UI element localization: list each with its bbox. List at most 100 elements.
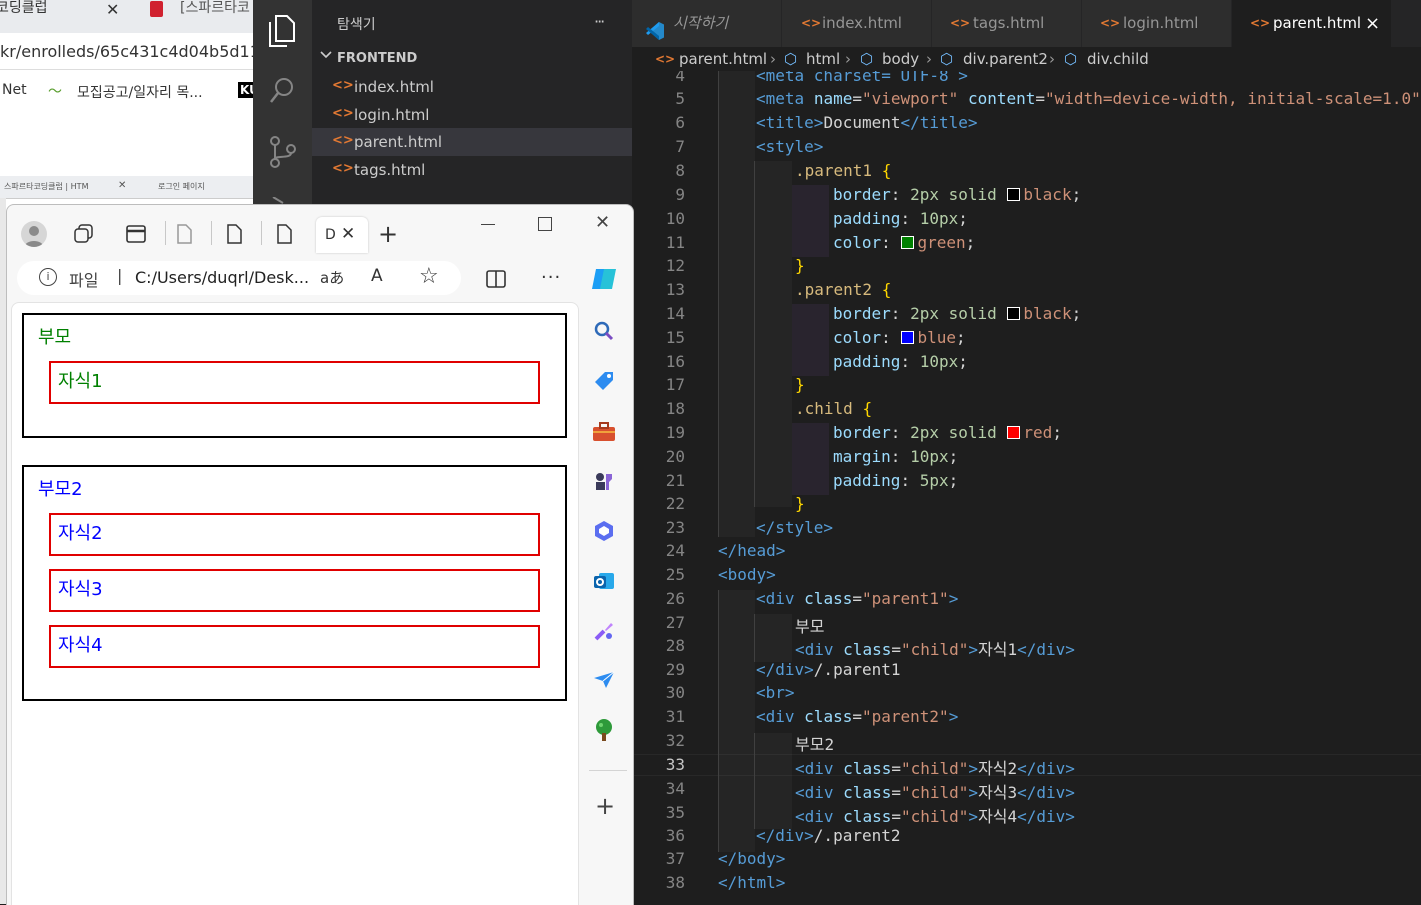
file-label: parent.html	[354, 133, 443, 151]
copilot-icon[interactable]	[590, 265, 620, 297]
code-line-26: <div class="parent1">	[756, 589, 959, 608]
color-swatch-red[interactable]	[1007, 426, 1021, 439]
bookmark-ku[interactable]: KU	[238, 82, 253, 98]
chevron-down-icon	[319, 48, 333, 66]
info-icon[interactable]: i	[39, 268, 57, 286]
tab-tags[interactable]: <> tags.html	[932, 0, 1082, 47]
breadcrumb-body[interactable]: body	[882, 47, 919, 71]
shopping-tag-icon[interactable]	[593, 370, 615, 396]
child-box-4: 자식4	[49, 625, 540, 668]
code-line-24: </head>	[718, 541, 786, 560]
bookmark-net[interactable]: Net	[2, 82, 27, 98]
tab-actions-icon[interactable]	[125, 224, 147, 248]
breadcrumb-div-parent2[interactable]: div.parent2	[963, 47, 1048, 71]
read-aloud-icon[interactable]: A	[371, 266, 383, 286]
bg-tab-close-icon[interactable]: ✕	[106, 0, 119, 19]
chevron-right-icon: ›	[926, 50, 932, 68]
breadcrumb-html[interactable]: html	[806, 47, 840, 71]
bg-thumb-tab-1[interactable]: 스파르타코딩클럽 | HTM	[4, 181, 88, 192]
line-number: 28	[665, 636, 685, 655]
explorer-title: 탐색기	[337, 17, 376, 33]
code-line-16: padding: 10px;	[833, 352, 968, 371]
tab-page-icon[interactable]	[225, 224, 243, 248]
sidebar-divider	[589, 770, 627, 771]
favorite-star-icon[interactable]: ☆	[419, 264, 439, 289]
code-line-32: 부모2	[795, 735, 835, 754]
tab-active[interactable]: D ✕	[316, 217, 368, 253]
url-text[interactable]: C:/Users/duqrl/Desk...	[135, 268, 309, 287]
site-info-label[interactable]: 파일	[69, 267, 98, 291]
tab-login[interactable]: <> login.html	[1082, 0, 1232, 47]
line-number: 20	[665, 447, 685, 466]
line-number: 24	[665, 541, 685, 560]
microsoft365-icon[interactable]	[593, 520, 615, 546]
line-number: 25	[665, 565, 685, 584]
color-swatch-black[interactable]	[1007, 307, 1021, 320]
file-item-login[interactable]: <> login.html	[312, 101, 632, 129]
close-icon[interactable]: ×	[1365, 0, 1380, 47]
line-number: 9	[675, 185, 685, 204]
tree-icon[interactable]	[593, 718, 615, 746]
maximize-icon[interactable]	[538, 217, 552, 231]
tab-title: D	[325, 227, 336, 243]
tools-briefcase-icon[interactable]	[592, 422, 616, 446]
bg-thumb-close-icon[interactable]: ✕	[118, 180, 126, 191]
split-screen-icon[interactable]	[485, 269, 507, 293]
explorer-more-icon[interactable]: ···	[594, 12, 605, 31]
line-number: 13	[665, 280, 685, 299]
code-line-36: </div>/.parent2	[756, 826, 901, 845]
line-number: 8	[675, 161, 685, 180]
address-bar[interactable]: i 파일 | C:/Users/duqrl/Desk... aあ A ☆	[17, 261, 461, 295]
bg-tab-2[interactable]: [스파르타코	[180, 0, 250, 33]
breadcrumb-div-child[interactable]: div.child	[1087, 47, 1149, 71]
sidebar-search-icon[interactable]	[593, 320, 615, 346]
line-number: 6	[675, 113, 685, 132]
code-editor[interactable]: 4 5 6 7 8 9 10 11 12 13 14 15 16 17 18 19 20 21 22 23 24 25 26…	[632, 71, 1421, 904]
child-box-2: 자식2	[49, 513, 540, 556]
code-line-12: }	[795, 256, 805, 275]
breadcrumb-file[interactable]: parent.html	[679, 47, 767, 71]
close-window-icon[interactable]: ✕	[595, 212, 610, 233]
line-number: 10	[665, 209, 685, 228]
more-options-icon[interactable]: ···	[541, 267, 561, 288]
tab-page-icon[interactable]	[175, 224, 193, 248]
code-line-28: <div class="child">자식1</div>	[795, 640, 1075, 659]
outlook-icon[interactable]	[593, 570, 615, 596]
bookmark-jobs[interactable]: 모집공고/일자리 목...	[77, 82, 203, 102]
games-chess-icon[interactable]	[593, 470, 615, 496]
color-swatch-green[interactable]	[901, 236, 915, 249]
designer-icon[interactable]	[593, 620, 615, 646]
line-number: 11	[665, 233, 685, 252]
color-swatch-black[interactable]	[1007, 188, 1021, 201]
bg-url-text[interactable]: kr/enrolleds/65c431c4d04b5d11	[0, 42, 253, 61]
workspaces-icon[interactable]	[73, 223, 95, 249]
code-line-34: <div class="child">자식3</div>	[795, 783, 1075, 802]
color-swatch-blue[interactable]	[901, 331, 915, 344]
new-tab-plus-icon[interactable]: +	[378, 220, 398, 248]
child-box-3: 자식3	[49, 569, 540, 612]
bg-tab-1[interactable]: 코딩클럽	[0, 0, 48, 33]
file-item-parent[interactable]: <> parent.html	[312, 128, 632, 156]
file-item-tags[interactable]: <> tags.html	[312, 156, 632, 184]
search-icon[interactable]	[268, 75, 298, 109]
line-number: 14	[665, 304, 685, 323]
source-control-icon[interactable]	[269, 135, 297, 173]
tab-welcome[interactable]: 시작하기	[632, 0, 782, 47]
translate-icon[interactable]: aあ	[320, 267, 344, 288]
folder-header[interactable]: FRONTEND	[312, 47, 632, 71]
send-paper-plane-icon[interactable]	[593, 670, 615, 694]
close-tab-icon[interactable]: ✕	[341, 224, 355, 244]
tab-index[interactable]: <> index.html	[782, 0, 932, 47]
code-line-23: </style>	[756, 518, 834, 537]
tab-page-icon[interactable]	[275, 224, 293, 248]
file-item-index[interactable]: <> index.html	[312, 73, 632, 101]
profile-avatar[interactable]	[21, 221, 47, 247]
minimize-icon[interactable]	[481, 224, 495, 225]
bg-thumb-tab-2[interactable]: 로그인 페이지	[158, 181, 205, 192]
chevron-right-icon: ›	[1049, 50, 1055, 68]
tab-parent[interactable]: <> parent.html ×	[1232, 0, 1392, 47]
file-label: index.html	[354, 78, 434, 96]
explorer-icon[interactable]	[267, 14, 297, 52]
add-sidebar-plus-icon[interactable]: +	[595, 794, 615, 818]
code-line-21: padding: 5px;	[833, 471, 959, 490]
